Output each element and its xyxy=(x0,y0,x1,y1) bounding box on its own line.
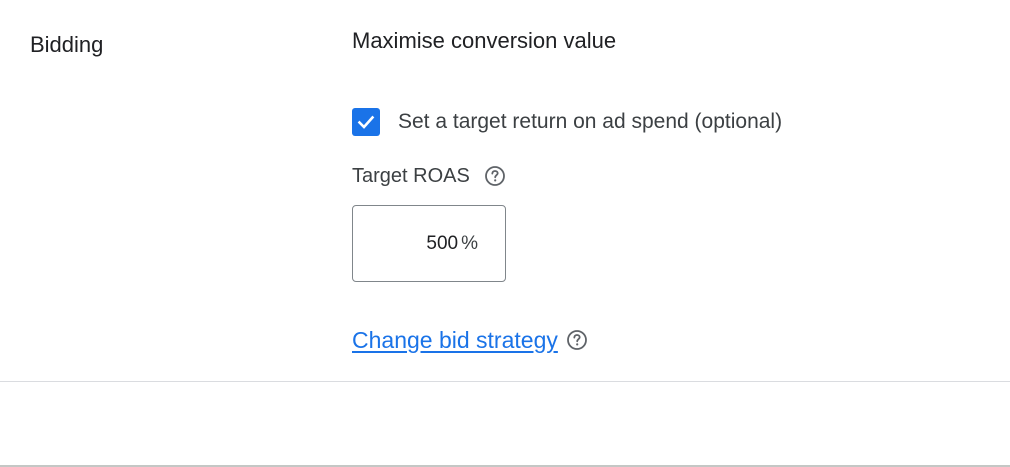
bid-strategy-name: Maximise conversion value xyxy=(352,28,617,53)
help-circle-icon xyxy=(484,166,505,186)
target-roas-field[interactable]: % xyxy=(352,205,506,282)
target-roas-label: Target ROAS xyxy=(352,165,470,187)
target-roas-checkbox-row[interactable]: Set a target return on ad spend (optiona… xyxy=(352,108,782,136)
section-divider xyxy=(0,381,1010,382)
target-roas-checkbox-label[interactable]: Set a target return on ad spend (optiona… xyxy=(398,108,782,136)
help-circle-icon xyxy=(566,330,587,350)
help-icon[interactable] xyxy=(566,329,588,351)
target-roas-label-row: Target ROAS xyxy=(352,163,506,189)
checkmark-icon xyxy=(357,115,375,129)
change-strategy-row: Change bid strategy xyxy=(352,325,588,355)
percent-suffix: % xyxy=(461,232,478,254)
help-icon[interactable] xyxy=(484,165,506,187)
change-bid-strategy-link[interactable]: Change bid strategy xyxy=(352,325,558,355)
target-roas-checkbox[interactable] xyxy=(352,108,380,136)
section-label: Bidding xyxy=(30,32,104,57)
target-roas-input[interactable] xyxy=(398,232,459,255)
